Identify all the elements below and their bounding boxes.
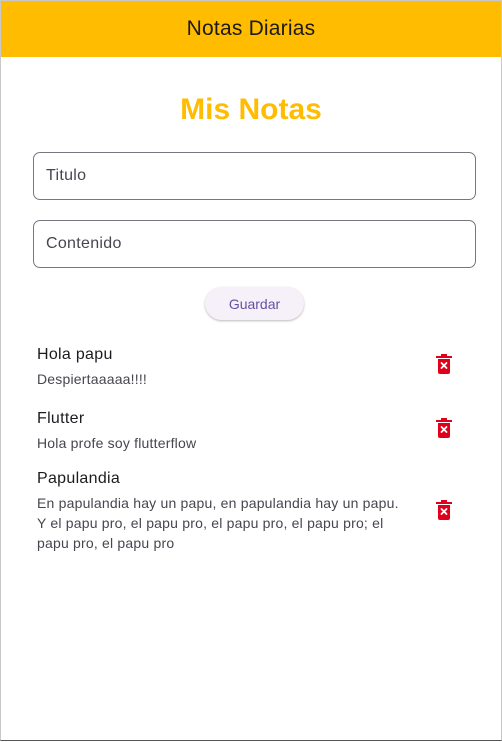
note-title: Papulandia bbox=[37, 470, 121, 487]
note-title: Flutter bbox=[37, 410, 85, 427]
delete-note-button[interactable] bbox=[432, 498, 456, 522]
main-content: Mis Notas Guardar Hola papu Despiertaaaa… bbox=[0, 57, 502, 741]
content-input[interactable] bbox=[33, 220, 476, 268]
delete-note-button[interactable] bbox=[432, 416, 456, 440]
delete-forever-icon bbox=[436, 500, 452, 520]
delete-forever-icon bbox=[436, 418, 452, 438]
app-bar: Notas Diarias bbox=[0, 0, 502, 57]
note-title: Hola papu bbox=[37, 346, 113, 363]
note-item: Flutter Hola profe soy flutterflow bbox=[37, 409, 467, 453]
note-body: Despiertaaaaa!!!! bbox=[37, 371, 148, 387]
note-item: Hola papu Despiertaaaaa!!!! bbox=[37, 345, 467, 389]
save-button[interactable]: Guardar bbox=[205, 287, 304, 320]
delete-forever-icon bbox=[436, 354, 452, 374]
note-item: Papulandia En papulandia hay un papu, en… bbox=[37, 469, 467, 553]
note-body: En papulandia hay un papu, en papulandia… bbox=[37, 495, 399, 551]
delete-note-button[interactable] bbox=[432, 352, 456, 376]
page-title: Mis Notas bbox=[180, 93, 322, 126]
title-input[interactable] bbox=[33, 152, 476, 200]
note-body: Hola profe soy flutterflow bbox=[37, 435, 197, 451]
app-title: Notas Diarias bbox=[186, 17, 316, 40]
